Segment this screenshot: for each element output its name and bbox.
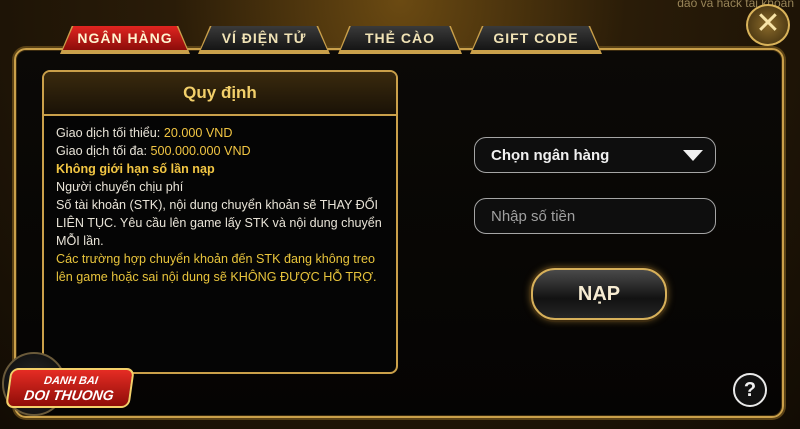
chevron-down-icon	[683, 150, 703, 161]
bank-select[interactable]: Chọn ngân hàng	[474, 137, 716, 173]
rules-box: Quy định Giao dịch tối thiểu: 20.000 VND…	[42, 70, 398, 374]
bank-select-label: Chọn ngân hàng	[491, 146, 610, 164]
logo: DANH BAI DOI THUONG	[2, 352, 138, 416]
tab-giftcode[interactable]: GIFT CODE	[472, 26, 600, 52]
rules-body: Giao dịch tối thiểu: 20.000 VND Giao dịc…	[44, 116, 396, 294]
tab-ewallet-frame: VÍ ĐIỆN TỬ	[198, 26, 330, 54]
amount-input[interactable]	[491, 207, 715, 225]
close-icon: ✕	[755, 7, 781, 40]
rule-min-value: 20.000 VND	[163, 126, 233, 140]
rule-min-label: Giao dịch tối thiểu:	[56, 126, 164, 140]
tab-giftcode-frame: GIFT CODE	[470, 26, 602, 54]
logo-line2: DOI THUONG	[23, 387, 115, 403]
tab-bank-frame: NGÂN HÀNG	[60, 26, 190, 54]
amount-field[interactable]	[474, 198, 716, 234]
logo-badge: DANH BAI DOI THUONG	[5, 368, 135, 408]
rules-title: Quy định	[44, 72, 396, 116]
tab-bank[interactable]: NGÂN HÀNG	[62, 26, 188, 52]
rule-warning: Các trường hợp chuyển khoản đến STK đang…	[56, 252, 377, 284]
rule-account-note: Số tài khoản (STK), nội dung chuyển khoả…	[56, 198, 382, 248]
deposit-button[interactable]: NẠP	[531, 268, 667, 320]
rule-max-label: Giao dịch tối đa:	[56, 144, 151, 158]
help-icon[interactable]: ?	[733, 373, 767, 407]
close-button[interactable]: ✕	[746, 4, 790, 46]
tab-card-frame: THẺ CÀO	[338, 26, 462, 54]
rule-fee: Người chuyển chịu phí	[56, 180, 184, 194]
tab-card[interactable]: THẺ CÀO	[340, 26, 460, 52]
rule-min: Giao dịch tối thiểu: 20.000 VND	[56, 124, 384, 142]
rule-max: Giao dịch tối đa: 500.000.000 VND	[56, 142, 384, 160]
rule-unlimited: Không giới hạn số lần nạp	[56, 162, 215, 176]
logo-line1: DANH BAI	[43, 375, 99, 387]
tab-ewallet[interactable]: VÍ ĐIỆN TỬ	[200, 26, 328, 52]
rule-max-value: 500.000.000 VND	[150, 144, 251, 158]
